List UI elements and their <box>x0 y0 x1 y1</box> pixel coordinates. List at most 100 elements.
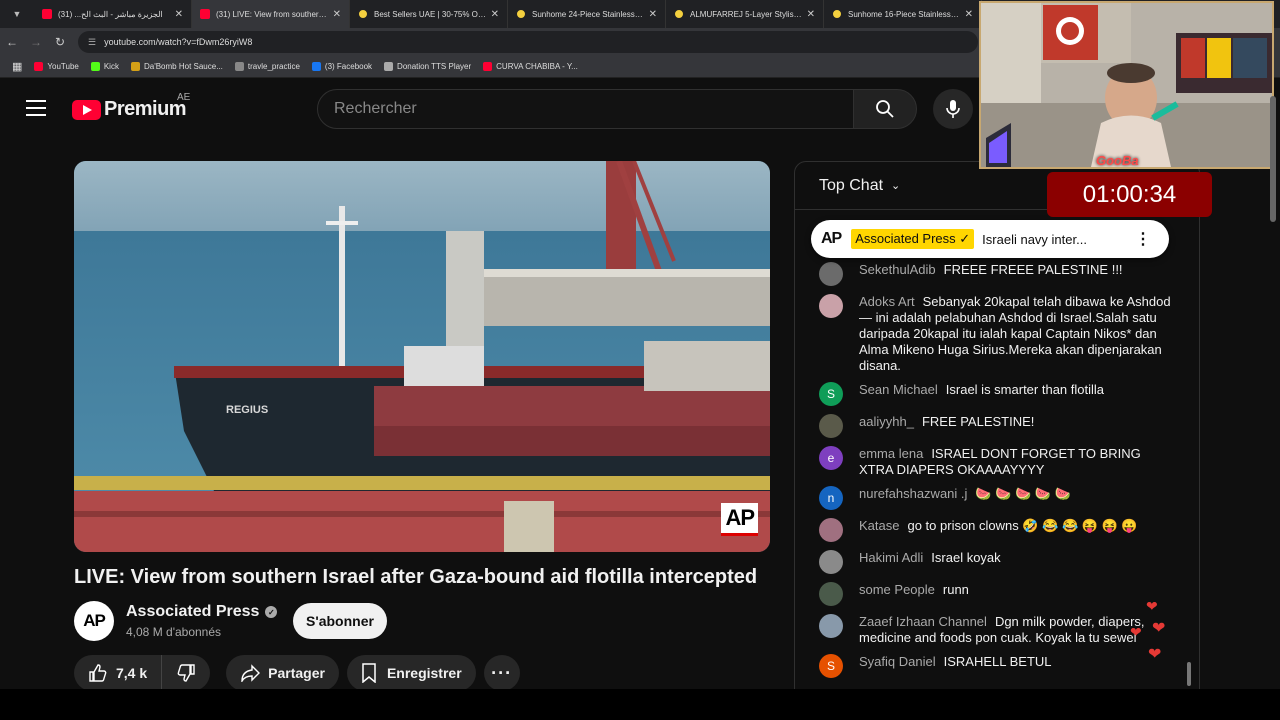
smiley-favicon-icon <box>832 9 842 19</box>
bookmark-list: YouTube Kick Da'Bomb Hot Sauce... travle_pr… <box>22 62 578 71</box>
subscribe-button[interactable]: S'abonner <box>293 603 387 639</box>
video-player[interactable]: REGIUS AP <box>74 161 770 552</box>
channel-name[interactable]: Associated Press ✓ <box>126 603 278 621</box>
search-button[interactable] <box>853 89 917 129</box>
bookmark-item[interactable]: (3) Facebook <box>311 62 372 71</box>
chat-message-body: aaliyyhh_ FREE PALESTINE! <box>859 414 1177 438</box>
chat-message[interactable]: Hakimi Adli Israel koyak <box>795 546 1199 578</box>
bookmark-item[interactable]: CURVA CHABIBA - Y... <box>483 62 578 71</box>
chat-message[interactable]: e emma lena ISRAEL DONT FORGET TO BRING XT… <box>795 442 1199 482</box>
chat-author: Adoks Art <box>859 294 915 309</box>
browser-tab[interactable]: Sunhome 16-Piece Stainless Ste... ✕ <box>824 0 982 28</box>
chat-text: ISRAHELL BETUL <box>943 654 1052 669</box>
like-count: 7,4 k <box>116 665 148 681</box>
bookmark-item[interactable]: YouTube <box>34 62 79 71</box>
youtube-premium-logo[interactable]: Premium AE <box>72 92 190 121</box>
chat-avatar: n <box>819 486 843 510</box>
cam-label: GooBa <box>1096 153 1139 168</box>
site-info-icon[interactable]: ☰ <box>88 37 96 48</box>
chat-scrollbar[interactable] <box>1187 662 1191 686</box>
share-button[interactable]: Partager <box>226 655 339 691</box>
youtube-play-icon <box>72 99 101 120</box>
url-text: youtube.com/watch?v=fDwm26ryiW8 <box>104 37 253 47</box>
bookmark-favicon-icon <box>234 62 244 71</box>
browser-tab[interactable]: ALMUFARREJ 5-Layer Stylish Sh... ✕ <box>666 0 824 28</box>
pinned-author: Associated Press ✓ <box>851 229 975 249</box>
chat-avatar <box>819 550 843 574</box>
close-icon[interactable]: ✕ <box>333 9 341 20</box>
channel-name-text: Associated Press <box>126 603 260 620</box>
tab-strip: الجزيرة مباشر - البث الح... (31) ✕ (31) LI… <box>34 0 982 28</box>
chat-message-body: emma lena ISRAEL DONT FORGET TO BRING XTR… <box>859 446 1177 478</box>
browser-tab[interactable]: الجزيرة مباشر - البث الح... (31) ✕ <box>34 0 192 28</box>
apps-icon[interactable]: ▦ <box>12 60 22 73</box>
bookmark-label: Donation TTS Player <box>397 62 472 71</box>
smiley-favicon-icon <box>674 9 684 19</box>
save-button[interactable]: Enregistrer <box>346 655 476 691</box>
close-icon[interactable]: ✕ <box>175 9 183 20</box>
forward-icon[interactable]: → <box>24 35 48 49</box>
bookmark-icon <box>362 663 376 683</box>
chat-message[interactable]: Adoks Art Sebanyak 20kapal telah dibawa k… <box>795 290 1199 378</box>
chat-message[interactable]: SekethulAdib FREEE FREEE PALESTINE !!! <box>795 258 1199 290</box>
like-button[interactable]: 7,4 k <box>74 655 163 691</box>
chat-author: emma lena <box>859 446 924 461</box>
chat-text: Israel koyak <box>931 550 1001 565</box>
save-label: Enregistrer <box>386 665 462 681</box>
svg-text:❤: ❤ <box>1146 598 1158 614</box>
reload-icon[interactable]: ↻ <box>48 35 72 49</box>
channel-avatar[interactable]: AP <box>74 601 114 641</box>
youtube-favicon-icon <box>200 9 210 19</box>
like-dislike-group: 7,4 k <box>74 655 218 691</box>
youtube-favicon-icon <box>42 9 52 19</box>
close-icon[interactable]: ✕ <box>807 9 815 20</box>
bookmark-favicon-icon <box>90 62 100 71</box>
chat-message[interactable]: Katase go to prison clowns 🤣 😂 😂 😝 😝 😛 <box>795 514 1199 546</box>
browser-tab[interactable]: Sunhome 24-Piece Stainless Ste... ✕ <box>508 0 666 28</box>
search-icon <box>876 100 894 118</box>
search-input[interactable]: Rechercher <box>317 89 855 129</box>
chat-author: Zaaef Izhaan Channel <box>859 614 987 629</box>
chat-author: Katase <box>859 518 900 533</box>
chat-message[interactable]: aaliyyhh_ FREE PALESTINE! <box>795 410 1199 442</box>
menu-icon[interactable] <box>26 100 46 116</box>
bookmark-favicon-icon <box>384 62 394 71</box>
bookmark-item[interactable]: travle_practice <box>234 62 300 71</box>
close-icon[interactable]: ✕ <box>965 9 973 20</box>
bookmark-favicon-icon <box>130 62 140 71</box>
bookmark-label: YouTube <box>47 62 79 71</box>
more-actions-button[interactable]: ··· <box>483 655 520 691</box>
chat-message-body: Sean Michael Israel is smarter than floti… <box>859 382 1177 406</box>
chat-text: 🍉 🍉 🍉 🍉 🍉 <box>975 486 1071 501</box>
chat-text: go to prison clowns 🤣 😂 😂 😝 😝 😛 <box>907 518 1138 533</box>
back-icon[interactable]: ← <box>0 35 24 49</box>
chat-message[interactable]: S Sean Michael Israel is smarter than flot… <box>795 378 1199 410</box>
chat-author: some People <box>859 582 935 597</box>
tab-title: (31) LIVE: View from southern Isr... <box>216 9 329 19</box>
chat-message[interactable]: n nurefahshazwani .j 🍉 🍉 🍉 🍉 🍉 <box>795 482 1199 514</box>
url-field[interactable]: ☰ youtube.com/watch?v=fDwm26ryiW8 <box>78 31 978 53</box>
close-icon[interactable]: ✕ <box>491 9 499 20</box>
bookmark-item[interactable]: Kick <box>90 62 119 71</box>
verified-icon: ✓ <box>265 606 278 618</box>
chat-author: SekethulAdib <box>859 262 936 277</box>
chat-author: Hakimi Adli <box>859 550 924 565</box>
video-frame: REGIUS <box>74 161 770 552</box>
tab-title: Best Sellers UAE | 30-75% OFF | <box>374 9 487 19</box>
bookmark-item[interactable]: Da'Bomb Hot Sauce... <box>130 62 223 71</box>
browser-tab[interactable]: Best Sellers UAE | 30-75% OFF | ✕ <box>350 0 508 28</box>
page-scrollbar[interactable] <box>1270 96 1276 222</box>
bookmark-item[interactable]: Donation TTS Player <box>384 62 471 71</box>
pinned-avatar: AP <box>821 230 842 247</box>
voice-search-button[interactable] <box>933 89 973 129</box>
more-vertical-icon[interactable]: ⋮ <box>1135 229 1151 249</box>
dislike-button[interactable] <box>162 655 211 691</box>
close-icon[interactable]: ✕ <box>649 9 657 20</box>
tab-search-icon[interactable]: ▼ <box>6 3 28 25</box>
taskbar-strip <box>0 689 1280 720</box>
chat-message-body: Hakimi Adli Israel koyak <box>859 550 1177 574</box>
pinned-message[interactable]: AP Associated Press ✓ Israeli navy inter… <box>811 220 1169 258</box>
bookmark-favicon-icon <box>483 62 493 71</box>
thumbs-down-icon <box>177 664 195 682</box>
browser-tab[interactable]: (31) LIVE: View from southern Isr... ✕ <box>192 0 350 28</box>
